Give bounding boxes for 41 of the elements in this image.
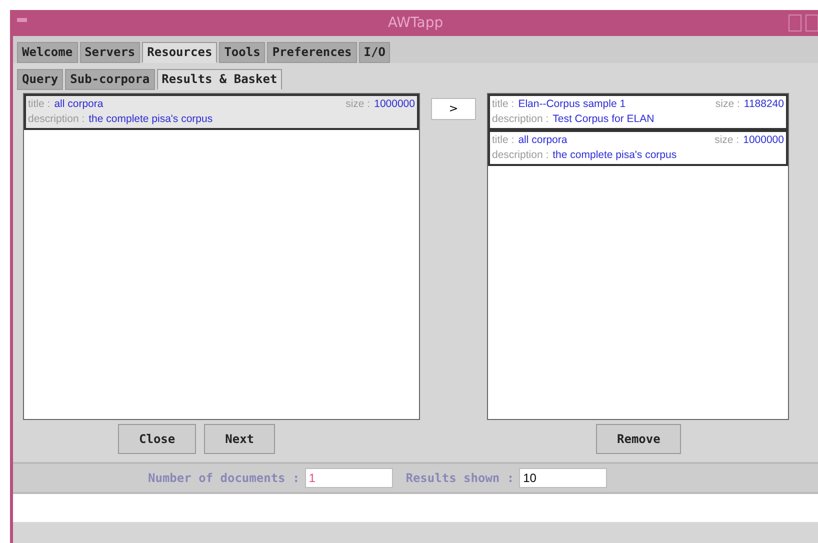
documents-label: Number of documents : bbox=[148, 470, 300, 487]
tab[interactable]: Tools bbox=[219, 42, 266, 63]
tab[interactable]: Sub-corpora bbox=[65, 69, 155, 90]
field-label: size : bbox=[714, 133, 740, 148]
tab[interactable]: Results & Basket bbox=[156, 69, 282, 90]
field-label: title : bbox=[28, 97, 50, 112]
window-menu-icon[interactable] bbox=[17, 18, 27, 22]
add-to-basket-button[interactable]: > bbox=[431, 98, 476, 120]
field-label: description : bbox=[28, 112, 85, 127]
list-entry[interactable]: title : Elan--Corpus sample 1 size : 1188240 description : Test Corpus for ELAN bbox=[488, 94, 788, 130]
results-shown-label: Results shown : bbox=[406, 470, 514, 487]
size-value: 1188240 bbox=[744, 97, 784, 112]
title-value: all corpora bbox=[54, 97, 104, 112]
tab[interactable]: Query bbox=[17, 69, 64, 90]
tab[interactable]: Preferences bbox=[267, 42, 357, 63]
window-controls-icon[interactable] bbox=[788, 14, 818, 32]
field-label: size : bbox=[715, 97, 740, 112]
title-value: all corpora bbox=[518, 133, 568, 148]
tab[interactable]: I/O bbox=[358, 42, 390, 63]
tab[interactable]: Welcome bbox=[17, 42, 78, 63]
field-label: size : bbox=[346, 97, 370, 112]
results-shown-field[interactable]: 10 bbox=[519, 468, 608, 488]
button[interactable]: Close bbox=[118, 424, 196, 454]
list-entry[interactable]: title : all corpora size : 1000000 description : the complete pisa's corpus bbox=[24, 94, 419, 130]
field-label: description : bbox=[492, 148, 549, 163]
description-value: the complete pisa's corpus bbox=[88, 112, 213, 127]
button[interactable]: Next bbox=[204, 424, 276, 454]
title-value: Elan--Corpus sample 1 bbox=[518, 97, 627, 112]
documents-field[interactable]: 1 bbox=[304, 468, 393, 488]
field-label: title : bbox=[492, 97, 514, 112]
description-value: Test Corpus for ELAN bbox=[552, 112, 654, 127]
window-title: AWTapp bbox=[388, 14, 444, 32]
tab[interactable]: Servers bbox=[80, 42, 140, 63]
description-value: the complete pisa's corpus bbox=[552, 148, 677, 163]
size-value: 1000000 bbox=[743, 133, 784, 148]
button[interactable]: Remove bbox=[596, 424, 682, 454]
field-label: title : bbox=[492, 133, 514, 148]
size-value: 1000000 bbox=[374, 97, 415, 112]
tab[interactable]: Resources bbox=[142, 42, 218, 63]
list-entry[interactable]: title : all corpora size : 1000000 description : the complete pisa's corpus bbox=[488, 130, 788, 166]
field-label: description : bbox=[492, 112, 549, 127]
